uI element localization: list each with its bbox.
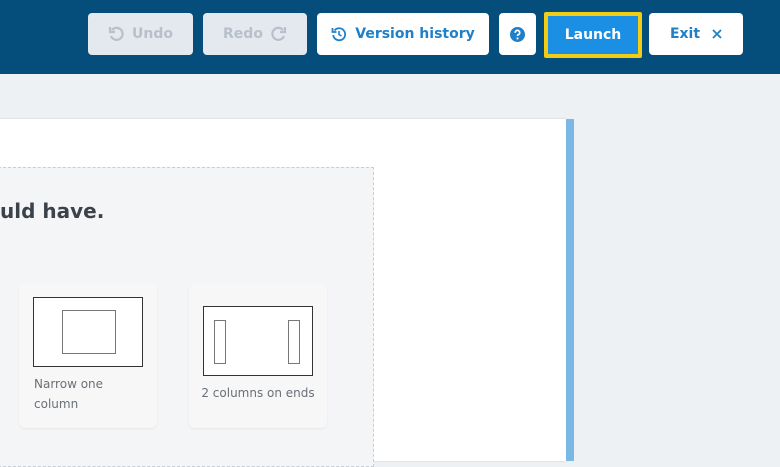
history-icon: [331, 26, 347, 42]
launch-label: Launch: [564, 27, 622, 43]
question-circle-icon: [510, 26, 525, 42]
version-history-button[interactable]: Version history: [317, 13, 489, 55]
version-history-label: Version history: [355, 26, 475, 42]
exit-label: Exit: [669, 26, 701, 42]
column-shape: [62, 310, 116, 354]
undo-icon: [108, 26, 124, 42]
option-narrow-one-column[interactable]: Narrow one column: [19, 283, 157, 428]
redo-label: Redo: [223, 26, 263, 42]
right-column-shape: [288, 320, 300, 364]
top-toolbar: Undo Redo Version history Launch Exit: [0, 0, 780, 74]
redo-icon: [271, 26, 287, 42]
layout-thumbnail: [203, 306, 313, 376]
redo-button[interactable]: Redo: [203, 13, 307, 55]
layout-thumbnail: [33, 297, 143, 367]
help-button[interactable]: [499, 13, 536, 55]
launch-button[interactable]: Launch: [544, 12, 642, 58]
question-text: uld have.: [0, 199, 105, 223]
exit-button[interactable]: Exit: [649, 13, 743, 55]
close-icon: [712, 29, 722, 39]
option-label: 2 columns on ends: [201, 386, 315, 400]
option-label: Narrow one column: [34, 377, 104, 411]
left-column-shape: [214, 320, 226, 364]
undo-label: Undo: [132, 26, 173, 42]
canvas-scroll-edge[interactable]: [566, 119, 574, 461]
undo-button[interactable]: Undo: [88, 13, 193, 55]
option-two-columns-on-ends[interactable]: 2 columns on ends: [189, 283, 327, 428]
